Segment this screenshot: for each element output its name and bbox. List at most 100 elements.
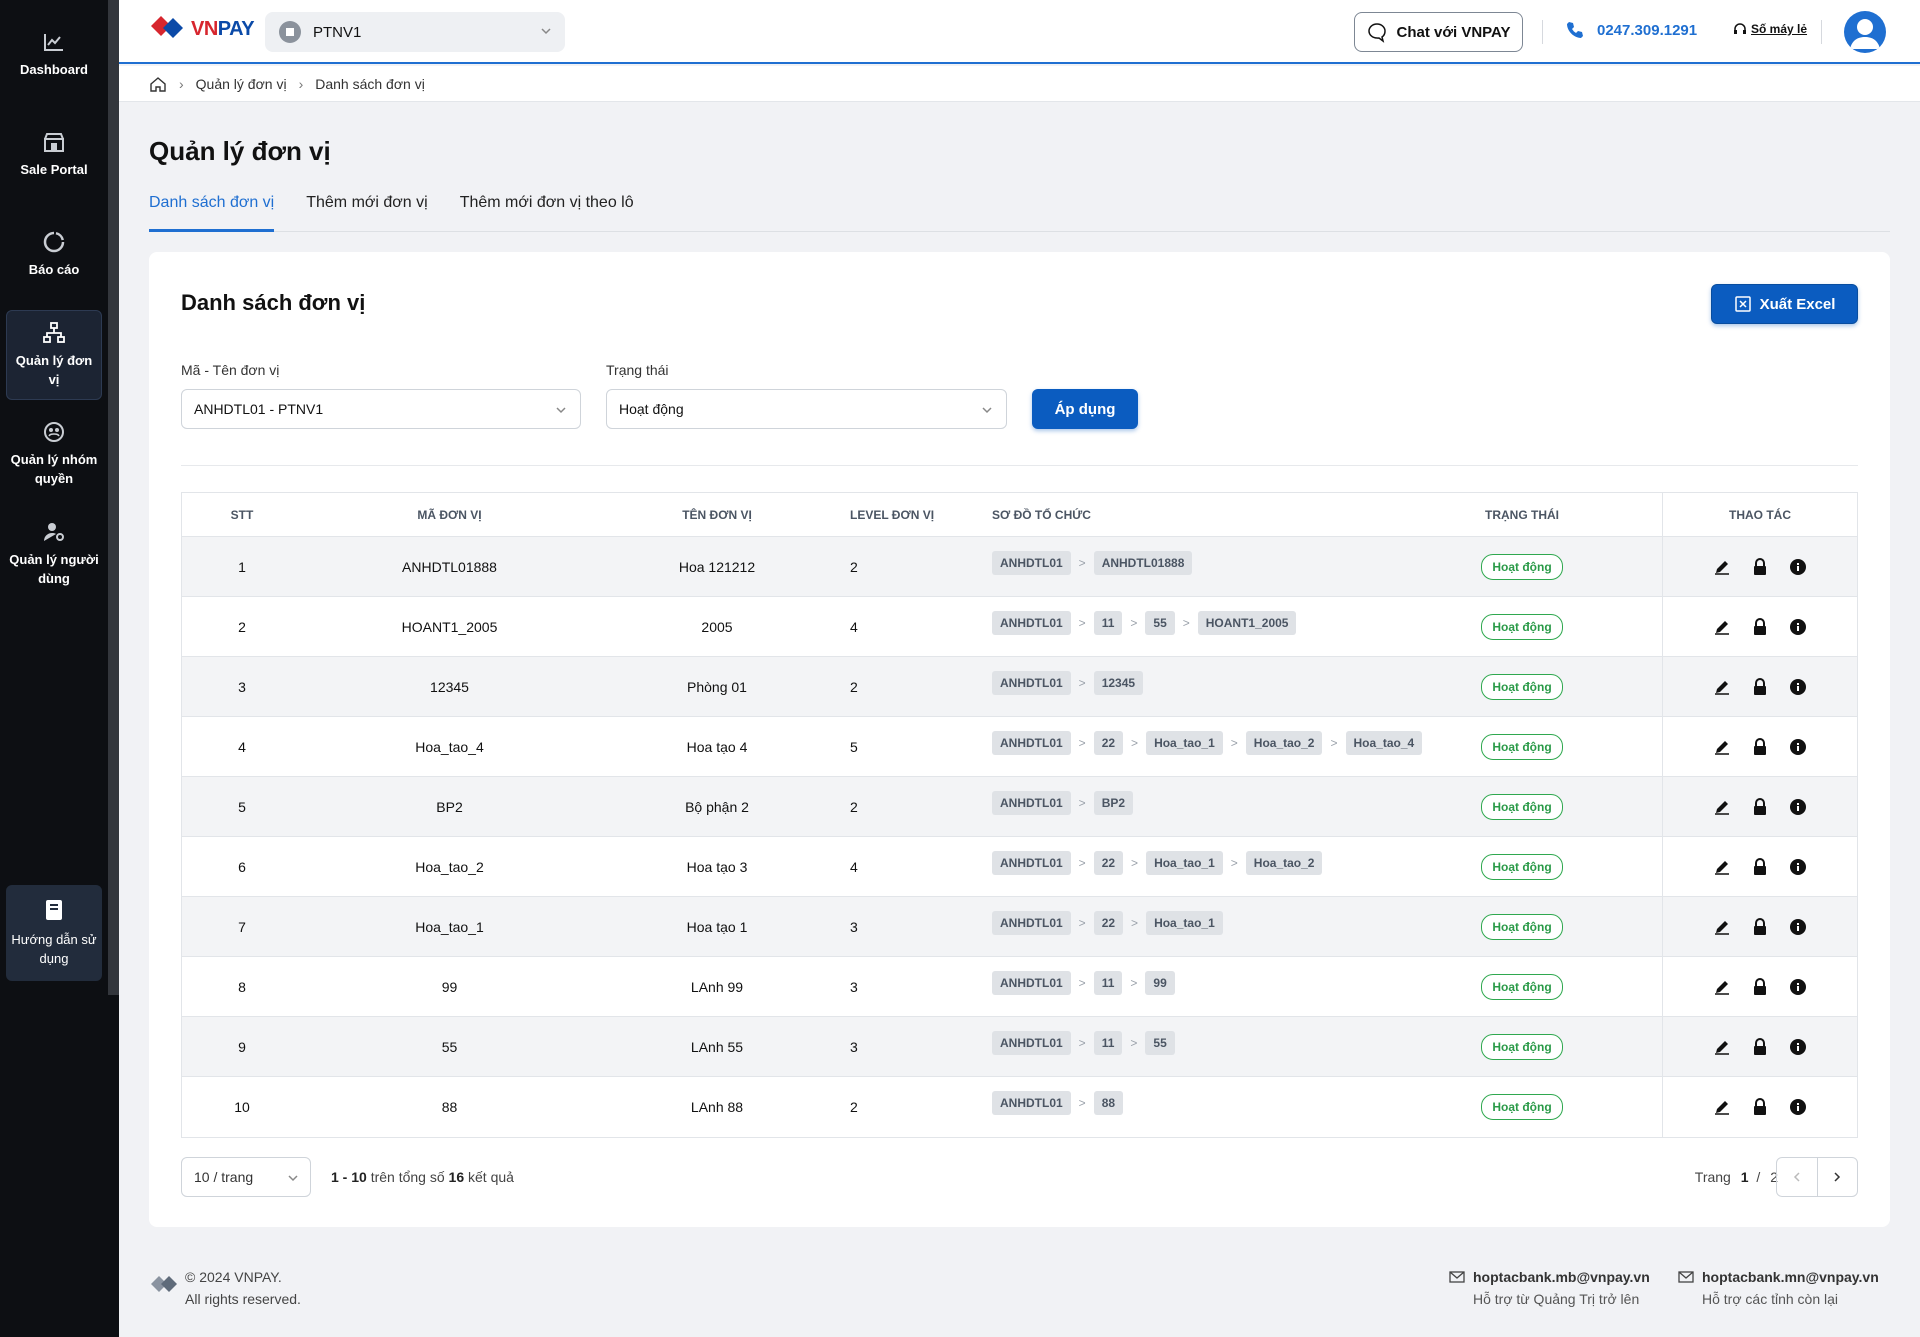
hotline-phone[interactable]: 0247.309.1291	[1565, 20, 1697, 40]
unit-filter-select[interactable]: ANHDTL01 - PTNV1	[181, 389, 581, 429]
info-icon[interactable]	[1788, 557, 1808, 577]
cell-unit-name: Phòng 01	[687, 678, 747, 695]
status-filter-select[interactable]: Hoạt động	[606, 389, 1007, 429]
sidebar-item-label: Báo cáo	[28, 262, 80, 277]
user-avatar[interactable]	[1844, 11, 1886, 53]
chevron-right-icon: >	[1078, 1096, 1086, 1110]
org-node-chip: 11	[1093, 1030, 1123, 1055]
cell-unit-level: 2	[850, 1099, 858, 1115]
contact-email-link[interactable]: hoptacbank.mb@vnpay.vn	[1449, 1266, 1650, 1288]
edit-icon[interactable]	[1712, 677, 1732, 697]
org-switcher[interactable]: PTNV1	[265, 12, 565, 52]
sidebar-item-sale-portal[interactable]: Sale Portal	[6, 130, 102, 179]
edit-icon[interactable]	[1712, 857, 1732, 877]
breadcrumb-link-units[interactable]: Quản lý đơn vị	[196, 76, 287, 92]
info-icon[interactable]	[1788, 1037, 1808, 1057]
info-icon[interactable]	[1788, 857, 1808, 877]
page-size-select[interactable]: 10 / trang	[181, 1157, 311, 1197]
user-settings-icon	[44, 523, 64, 541]
excel-icon	[1734, 296, 1751, 312]
sidebar-item-dashboard[interactable]: Dashboard	[6, 30, 102, 79]
edit-icon[interactable]	[1712, 1097, 1732, 1117]
tab-unit-list[interactable]: Danh sách đơn vị	[149, 194, 275, 232]
lock-icon[interactable]	[1750, 677, 1770, 697]
lock-icon[interactable]	[1750, 737, 1770, 757]
org-node-chip: ANHDTL01	[992, 1030, 1071, 1055]
chevron-right-icon: >	[1182, 615, 1190, 630]
org-node-chip: 99	[1145, 970, 1175, 995]
export-excel-button[interactable]: Xuất Excel	[1711, 284, 1858, 324]
table-row: 10 88 LAnh 88 2 ANHDTL01 >88 Hoạt động	[182, 1077, 1857, 1137]
chevron-right-icon: >	[1078, 675, 1086, 690]
info-icon[interactable]	[1788, 917, 1808, 937]
info-icon[interactable]	[1788, 617, 1808, 637]
sidebar-item-reports[interactable]: Báo cáo	[6, 230, 102, 279]
info-icon[interactable]	[1788, 1097, 1808, 1117]
edit-icon[interactable]	[1712, 737, 1732, 757]
org-node-chip: ANHDTL01	[992, 970, 1071, 995]
cell-unit-level: 3	[850, 1038, 858, 1055]
tab-add-unit[interactable]: Thêm mới đơn vị	[306, 194, 427, 231]
org-node-chip: ANHDTL01	[992, 670, 1071, 695]
edit-icon[interactable]	[1712, 617, 1732, 637]
lock-icon[interactable]	[1750, 917, 1770, 937]
contact-email-link[interactable]: hoptacbank.mn@vnpay.vn	[1678, 1266, 1879, 1288]
lock-icon[interactable]	[1750, 857, 1770, 877]
phone-icon	[1567, 22, 1583, 38]
lock-icon[interactable]	[1750, 617, 1770, 637]
cell-stt: 8	[238, 978, 246, 995]
lock-icon[interactable]	[1750, 557, 1770, 577]
org-path: ANHDTL01 >11 >99	[992, 970, 1175, 995]
table-row: 6 Hoa_tao_2 Hoa tạo 3 4 ANHDTL01 >22 > Hoa_tao_…	[182, 837, 1857, 897]
status-badge: Hoạt động	[1481, 1094, 1563, 1120]
chevron-right-icon: >	[1078, 855, 1086, 870]
table-row: 7 Hoa_tao_1 Hoa tạo 1 3 ANHDTL01 >22 > Hoa_tao_…	[182, 897, 1857, 957]
status-badge: Hoạt động	[1481, 733, 1563, 760]
lock-icon[interactable]	[1750, 797, 1770, 817]
cell-unit-name: Hoa 121212	[678, 558, 756, 575]
extension-link[interactable]: Số máy lẻ	[1733, 22, 1807, 36]
chevron-right-icon: >	[1131, 915, 1139, 930]
chevron-right-icon: >	[1131, 855, 1139, 870]
home-icon[interactable]	[149, 75, 167, 93]
edit-icon[interactable]	[1712, 557, 1732, 577]
sidebar-scrollbar[interactable]	[108, 0, 119, 995]
sidebar-item-users[interactable]: Quản lý người dùng	[6, 520, 102, 588]
lock-icon[interactable]	[1750, 1097, 1770, 1117]
unit-filter-label: Mã - Tên đơn vị	[181, 362, 280, 378]
lock-icon[interactable]	[1750, 977, 1770, 997]
table-row: 5 BP2 Bộ phận 2 2 ANHDTL01 > BP2 Hoạt động	[182, 777, 1857, 837]
edit-icon[interactable]	[1712, 1037, 1732, 1057]
footer: © 2024 VNPAY. All rights reserved. hopta…	[149, 1262, 1890, 1312]
vnpay-logo[interactable]: VNPAY	[149, 14, 255, 44]
chat-button-label: Chat với VNPAY	[1396, 23, 1511, 41]
sidebar-item-label: Quản lý nhóm quyền	[10, 452, 98, 486]
sidebar-item-unit-management[interactable]: Quản lý đơn vị	[6, 310, 102, 400]
cell-stt: 1	[238, 558, 246, 575]
info-icon[interactable]	[1788, 737, 1808, 757]
info-icon[interactable]	[1788, 797, 1808, 817]
tab-add-unit-batch[interactable]: Thêm mới đơn vị theo lô	[460, 194, 634, 231]
edit-icon[interactable]	[1712, 917, 1732, 937]
apply-filter-button[interactable]: Áp dụng	[1032, 389, 1138, 429]
chat-vnpay-button[interactable]: Chat với VNPAY	[1354, 12, 1523, 52]
sidebar: Dashboard Sale Portal Báo cáo Quản lý đơ…	[0, 0, 119, 1337]
org-node-chip: 22	[1093, 910, 1124, 935]
info-icon[interactable]	[1788, 977, 1808, 997]
org-node-chip: 11	[1093, 970, 1123, 995]
extension-label: Số máy lẻ	[1751, 22, 1808, 36]
help-guide-button[interactable]: Hướng dẫn sử dụng	[6, 885, 102, 981]
edit-icon[interactable]	[1712, 977, 1732, 997]
sidebar-item-role-groups[interactable]: Quản lý nhóm quyền	[6, 420, 102, 488]
next-page-button[interactable]	[1818, 1158, 1858, 1196]
copyright-line: © 2024 VNPAY.	[185, 1269, 282, 1285]
edit-icon[interactable]	[1712, 797, 1732, 817]
prev-page-button[interactable]	[1777, 1158, 1818, 1196]
org-name: PTNV1	[313, 23, 362, 41]
cell-unit-code: HOANT1_2005	[401, 618, 498, 635]
status-badge: Hoạt động	[1481, 1033, 1563, 1060]
cell-actions	[1662, 957, 1857, 1016]
lock-icon[interactable]	[1750, 1037, 1770, 1057]
info-icon[interactable]	[1788, 677, 1808, 697]
cell-unit-code: 99	[441, 978, 458, 995]
